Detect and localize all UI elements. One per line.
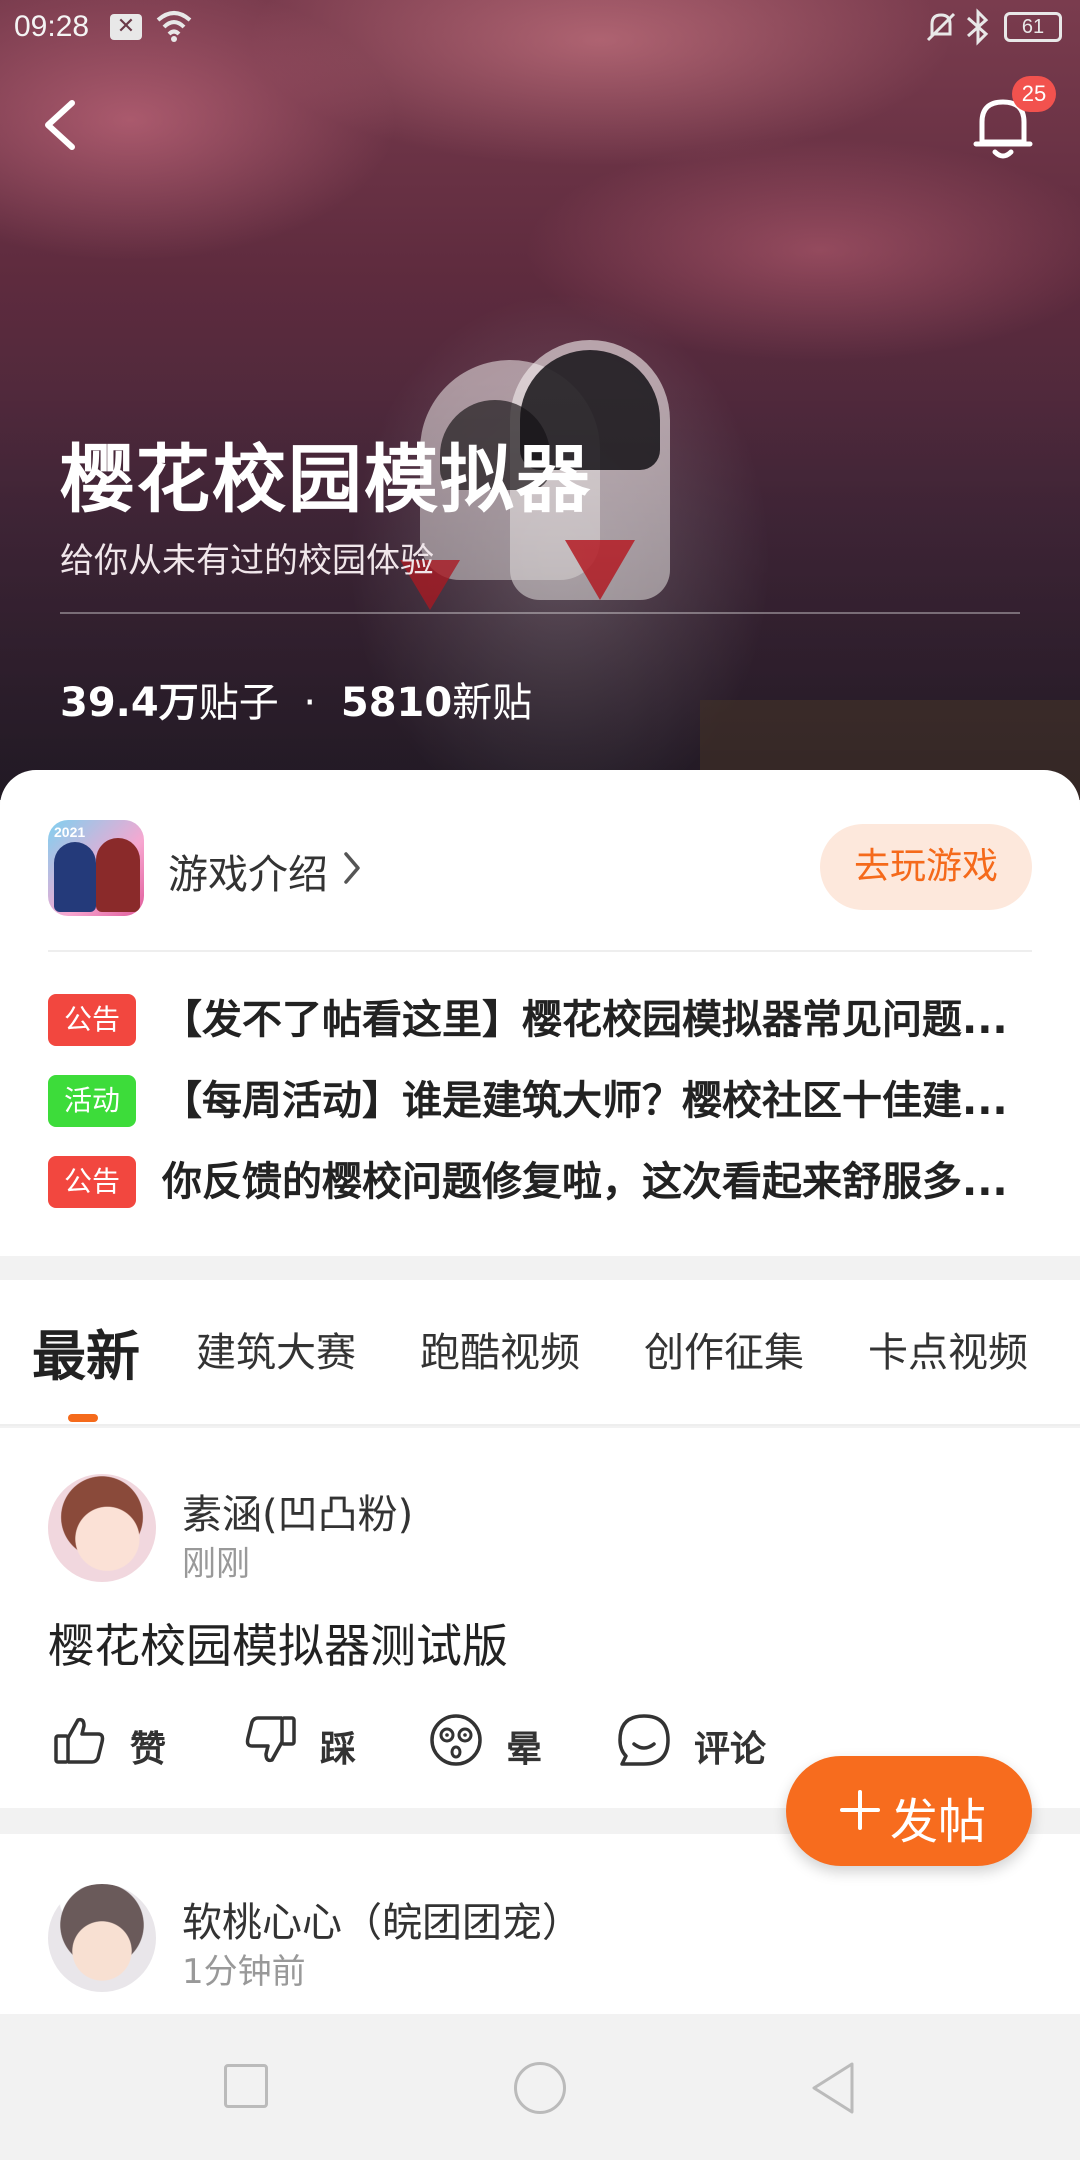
posts-count: 39.4万 [60, 680, 199, 726]
bluetooth-icon [967, 8, 989, 46]
comment-icon [618, 1714, 670, 1766]
dislike-button[interactable]: 踩 [242, 1712, 362, 1770]
like-label: 赞 [130, 1729, 167, 1770]
notice-item[interactable]: 公告 【发不了帖看这里】樱花校园模拟器常见问题... [48, 990, 1038, 1046]
recent-apps-button[interactable] [224, 2064, 268, 2108]
mute-bell-icon [926, 12, 956, 42]
card-divider [48, 950, 1032, 952]
game-icon-character-right [96, 838, 140, 912]
game-icon-tag: 2021 [54, 824, 86, 840]
dizzy-label: 晕 [506, 1729, 543, 1770]
status-bar: 09:28 ✕ 61 [0, 0, 1080, 56]
comment-button[interactable]: 评论 [616, 1712, 776, 1770]
post-time: 1分钟前 [182, 1952, 306, 1992]
notice-tag: 公告 [48, 1156, 136, 1208]
stats-separator: · [303, 680, 317, 726]
back-triangle-icon[interactable] [808, 2060, 858, 2116]
hero-divider [60, 612, 1020, 614]
notice-text: 【发不了帖看这里】樱花校园模拟器常见问题... [162, 997, 1008, 1043]
comment-label: 评论 [694, 1729, 767, 1770]
like-button[interactable]: 赞 [52, 1712, 172, 1770]
new-post-label: 发帖 [890, 1794, 987, 1850]
notice-tag: 活动 [48, 1075, 136, 1127]
posts-label: 贴子 [198, 680, 279, 726]
tab-creation-call[interactable]: 创作征集 [644, 1320, 804, 1378]
tab-beat-video[interactable]: 卡点视频 [868, 1320, 1028, 1378]
post-time: 刚刚 [182, 1544, 250, 1584]
thumbs-up-icon [54, 1717, 105, 1764]
game-intro-link[interactable]: 游戏介绍 [168, 842, 328, 900]
play-game-button[interactable]: 去玩游戏 [820, 824, 1032, 910]
post-username[interactable]: 软桃心心（皖团团宠） [182, 1890, 582, 1948]
notice-item[interactable]: 公告 你反馈的樱校问题修复啦，这次看起来舒服多... [48, 1152, 1038, 1208]
forum-title: 樱花校园模拟器 [60, 437, 592, 523]
back-arrow-icon[interactable] [36, 95, 86, 155]
status-time: 09:28 [14, 10, 90, 43]
active-tab-indicator [68, 1414, 98, 1422]
notice-item[interactable]: 活动 【每周活动】谁是建筑大师？樱校社区十佳建... [48, 1071, 1038, 1127]
tab-parkour-video[interactable]: 跑酷视频 [420, 1320, 580, 1378]
avatar[interactable] [48, 1474, 156, 1582]
game-app-icon[interactable]: 2021 [48, 820, 144, 916]
home-button[interactable] [514, 2062, 566, 2114]
new-post-button[interactable]: 发帖 [786, 1756, 1032, 1866]
category-tabs: 最新 建筑大赛 跑酷视频 创作征集 卡点视频 [0, 1280, 1080, 1426]
notice-text: 【每周活动】谁是建筑大师？樱校社区十佳建... [162, 1078, 1008, 1124]
notice-tag: 公告 [48, 994, 136, 1046]
plus-icon [840, 1790, 880, 1830]
post-username[interactable]: 素涵(凹凸粉) [182, 1482, 413, 1540]
avatar[interactable] [48, 1884, 156, 1992]
dislike-label: 踩 [320, 1729, 357, 1770]
battery-icon: 61 [1004, 12, 1062, 42]
new-posts-count: 5810 [340, 680, 453, 726]
wifi-icon [156, 11, 192, 42]
post-content[interactable]: 樱花校园模拟器测试版 [48, 1610, 508, 1676]
forum-stats: 39.4万贴子 · 5810新贴 [60, 670, 532, 728]
notification-badge: 25 [1012, 76, 1056, 112]
notification-x-icon: ✕ [110, 14, 142, 40]
tab-latest[interactable]: 最新 [32, 1312, 140, 1391]
thumbs-down-icon [245, 1716, 296, 1763]
new-posts-label: 新贴 [452, 680, 533, 726]
forum-subtitle: 给你从未有过的校园体验 [60, 541, 434, 581]
tab-building-contest[interactable]: 建筑大赛 [196, 1320, 356, 1378]
dizzy-button[interactable]: 晕 [428, 1712, 548, 1770]
notice-text: 你反馈的樱校问题修复啦，这次看起来舒服多... [162, 1159, 1008, 1205]
chevron-right-icon [344, 852, 360, 884]
game-icon-character-left [54, 842, 96, 912]
dizzy-face-icon [430, 1714, 482, 1766]
